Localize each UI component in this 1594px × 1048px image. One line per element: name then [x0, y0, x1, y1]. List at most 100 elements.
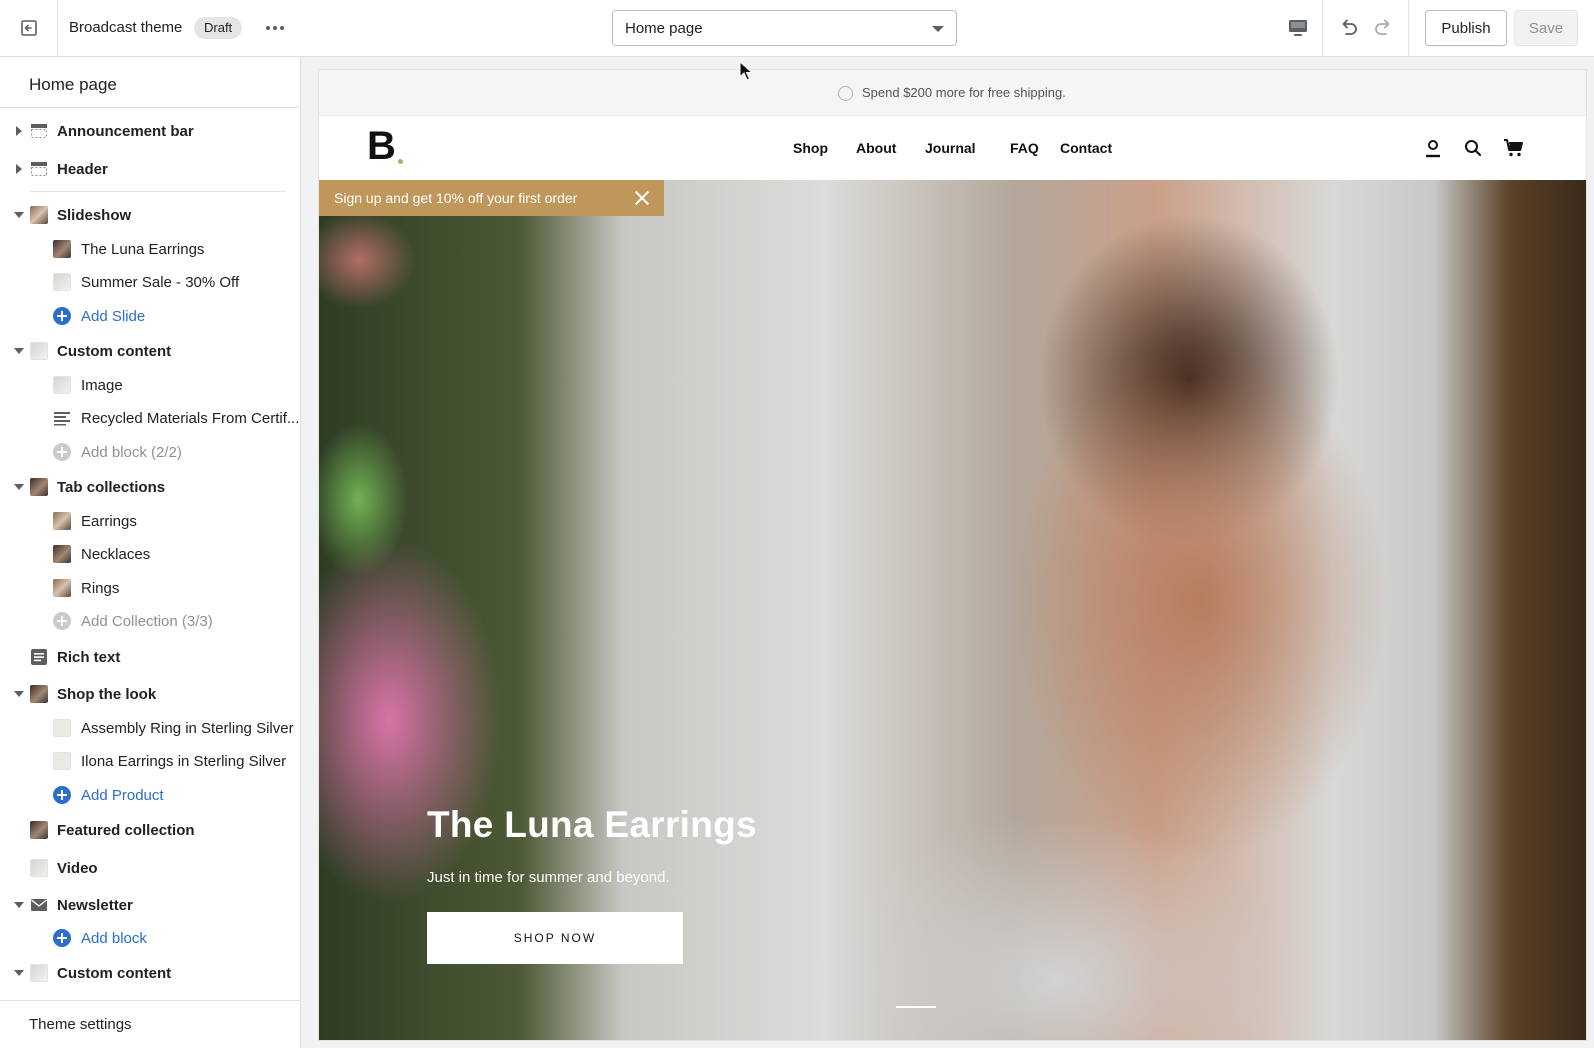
sidebar-title: Home page	[29, 75, 117, 94]
more-horizontal-icon	[265, 26, 286, 30]
section-video[interactable]: Video	[0, 852, 300, 884]
redo-button[interactable]	[1368, 12, 1400, 44]
block-thumbnail	[53, 512, 71, 530]
desktop-icon	[1289, 20, 1307, 36]
block-label: Summer Sale - 30% Off	[81, 274, 240, 291]
chevron-down-icon[interactable]	[14, 902, 24, 908]
chevron-right-icon[interactable]	[16, 126, 22, 136]
progress-circle-icon	[838, 86, 853, 101]
section-label: Shop the look	[57, 686, 157, 703]
account-button[interactable]	[1421, 136, 1445, 160]
hero-slideshow: Sign up and get 10% off your first order…	[319, 180, 1586, 1040]
more-actions-button[interactable]	[262, 16, 288, 40]
undo-button[interactable]	[1332, 12, 1364, 44]
chevron-down-icon[interactable]	[14, 212, 24, 218]
block-item[interactable]: Summer Sale - 30% Off	[0, 266, 300, 298]
nav-link-shop[interactable]: Shop	[793, 140, 828, 156]
cart-icon	[1504, 139, 1523, 157]
section-top-icon	[31, 124, 47, 138]
section-newsletter[interactable]: Newsletter	[0, 889, 300, 921]
nav-link-journal[interactable]: Journal	[925, 140, 976, 156]
slide-indicator[interactable]	[896, 1006, 936, 1008]
theme-settings-link[interactable]: Theme settings	[29, 1016, 132, 1033]
block-item[interactable]: Assembly Ring in Sterling Silver	[0, 712, 300, 744]
chevron-down-icon[interactable]	[14, 348, 24, 354]
redo-icon	[1375, 19, 1390, 35]
section-shop-the-look[interactable]: Shop the look	[0, 678, 300, 710]
block-item[interactable]: Ilona Earrings in Sterling Silver	[0, 745, 300, 777]
section-label: Rich text	[57, 649, 121, 666]
hero-title: The Luna Earrings	[427, 804, 757, 845]
close-icon[interactable]	[633, 189, 651, 207]
section-label: Announcement bar	[57, 123, 194, 140]
block-label: The Luna Earrings	[81, 241, 205, 258]
section-featured-collection[interactable]: Featured collection	[0, 814, 300, 846]
plus-circle-icon	[53, 786, 71, 804]
store-logo[interactable]: B	[367, 124, 396, 169]
section-custom-content[interactable]: Custom content	[0, 957, 300, 989]
mail-icon	[31, 899, 47, 911]
add-label: Add Collection (3/3)	[81, 613, 213, 630]
block-item[interactable]: Image	[0, 369, 300, 401]
block-label: Image	[81, 377, 123, 394]
desktop-view-button[interactable]	[1282, 12, 1314, 44]
section-tab-collections[interactable]: Tab collections	[0, 471, 300, 503]
add-product-button[interactable]: Add Product	[0, 779, 300, 811]
chevron-down-icon[interactable]	[14, 970, 24, 976]
text-icon	[54, 412, 70, 426]
search-button[interactable]	[1461, 136, 1485, 160]
block-thumbnail	[53, 752, 71, 770]
section-rich-text[interactable]: Rich text	[0, 641, 300, 673]
section-thumbnail	[30, 821, 48, 839]
publish-button[interactable]: Publish	[1425, 10, 1507, 46]
exit-button[interactable]	[0, 0, 58, 56]
section-announcement-bar[interactable]: Announcement bar	[0, 115, 300, 147]
section-thumbnail	[30, 685, 48, 703]
section-label: Featured collection	[57, 822, 195, 839]
cart-button[interactable]	[1502, 136, 1526, 160]
block-item[interactable]: Necklaces	[0, 538, 300, 570]
signup-popup-bar[interactable]: Sign up and get 10% off your first order	[319, 180, 664, 216]
block-item[interactable]: The Luna Earrings	[0, 233, 300, 265]
section-thumbnail	[30, 206, 48, 224]
shop-now-button[interactable]: SHOP NOW	[427, 912, 683, 964]
nav-link-faq[interactable]: FAQ	[1010, 140, 1039, 156]
block-item[interactable]: Earrings	[0, 505, 300, 537]
account-icon	[1426, 140, 1440, 158]
theme-name: Broadcast theme	[69, 19, 183, 36]
add-label: Add block	[81, 930, 147, 947]
nav-link-about[interactable]: About	[856, 140, 896, 156]
section-slideshow[interactable]: Slideshow	[0, 199, 300, 231]
block-item[interactable]: Recycled Materials From Certif...	[0, 402, 300, 434]
save-button[interactable]: Save	[1514, 10, 1578, 46]
chevron-down-icon[interactable]	[14, 484, 24, 490]
add-block-button[interactable]: Add block (2/2)	[0, 436, 300, 468]
add-slide-button[interactable]: Add Slide	[0, 300, 300, 332]
add-label: Add block (2/2)	[81, 444, 182, 461]
block-label: Rings	[81, 580, 120, 597]
editor-topbar: Broadcast theme Draft Home page Publish …	[0, 0, 1594, 57]
announcement-text: Spend $200 more for free shipping.	[862, 85, 1066, 100]
section-thumbnail	[30, 342, 48, 360]
section-header[interactable]: Header	[0, 153, 300, 185]
page-selector[interactable]: Home page	[612, 10, 957, 46]
block-thumbnail	[53, 240, 71, 258]
add-block-button[interactable]: Add block	[0, 922, 300, 954]
chevron-down-icon	[932, 26, 944, 32]
nav-link-contact[interactable]: Contact	[1060, 140, 1112, 156]
block-thumbnail	[53, 545, 71, 563]
add-collection-button[interactable]: Add Collection (3/3)	[0, 605, 300, 637]
add-label: Add Slide	[81, 308, 146, 325]
plus-circle-icon	[53, 929, 71, 947]
block-label: Earrings	[81, 513, 137, 530]
block-thumbnail	[53, 579, 71, 597]
block-label: Recycled Materials From Certif...	[81, 410, 300, 427]
section-custom-content[interactable]: Custom content	[0, 335, 300, 367]
status-badge: Draft	[194, 17, 243, 39]
plus-circle-icon	[53, 612, 71, 630]
block-item[interactable]: Rings	[0, 572, 300, 604]
chevron-right-icon[interactable]	[16, 164, 22, 174]
page-selector-value: Home page	[625, 20, 703, 37]
chevron-down-icon[interactable]	[14, 691, 24, 697]
add-label: Add Product	[81, 787, 164, 804]
